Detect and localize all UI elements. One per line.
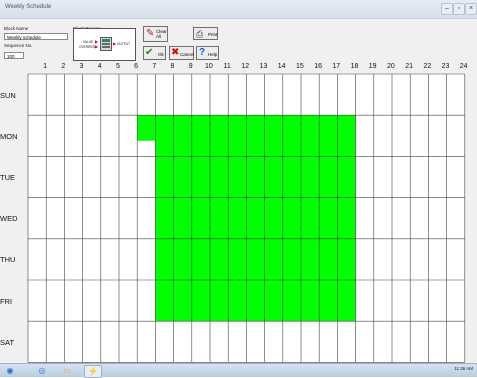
print-button[interactable]: ⎙ Print <box>193 27 218 40</box>
schedule-cell-active[interactable] <box>282 238 301 280</box>
checkmark-icon: ✔ <box>145 47 154 58</box>
schedule-cell-active[interactable] <box>210 197 229 239</box>
printer-icon: ⎙ <box>196 29 204 39</box>
schedule-cell-active[interactable] <box>337 280 356 322</box>
schedule-cell-active[interactable] <box>191 156 210 198</box>
schedule-cells[interactable] <box>0 62 477 363</box>
schedule-cell-active[interactable] <box>173 280 192 322</box>
schedule-cell-active[interactable] <box>137 115 156 141</box>
schedule-cell-active[interactable] <box>173 197 192 239</box>
schedule-cell-active[interactable] <box>282 115 301 157</box>
schedule-cell-active[interactable] <box>155 238 174 280</box>
schedule-cell-active[interactable] <box>191 238 210 280</box>
maximize-icon[interactable]: ▫ <box>453 3 465 15</box>
schedule-cell-active[interactable] <box>210 156 229 198</box>
minimize-icon[interactable]: – <box>441 3 453 15</box>
schedule-cell-active[interactable] <box>155 156 174 198</box>
schedule-cell-active[interactable] <box>319 280 338 322</box>
start-button-icon[interactable]: ◉ <box>3 365 17 376</box>
schedule-cell-active[interactable] <box>301 115 320 157</box>
help-icon: ? <box>199 47 206 58</box>
ok-button[interactable]: ✔ Ok <box>143 46 166 60</box>
schedule-cell-active[interactable] <box>173 115 192 157</box>
schedule-cell-active[interactable] <box>319 197 338 239</box>
schedule-cell-active[interactable] <box>173 238 192 280</box>
schedule-cell-active[interactable] <box>282 197 301 239</box>
schedule-cell-active[interactable] <box>228 115 247 157</box>
folder-icon[interactable]: ▭ <box>60 365 74 376</box>
preview-output-label: OUTPUT <box>117 42 131 46</box>
schedule-cell-active[interactable] <box>191 115 210 157</box>
clear-all-button[interactable]: ✎ Clear All <box>143 26 168 42</box>
schedule-cell-active[interactable] <box>228 197 247 239</box>
close-icon[interactable]: × <box>465 3 477 15</box>
arrow-icon: ▶ <box>113 41 117 46</box>
sequence-input[interactable]: 100 <box>4 52 24 59</box>
window-title: Weekly Schedule <box>5 4 52 10</box>
schedule-cell-active[interactable] <box>173 156 192 198</box>
schedule-cell-active[interactable] <box>282 156 301 198</box>
title-bar: Weekly Schedule – ▫ × <box>0 0 477 19</box>
help-button[interactable]: ? Help <box>196 46 219 60</box>
schedule-cell-active[interactable] <box>337 238 356 280</box>
schedule-cell-active[interactable] <box>210 238 229 280</box>
schedule-cell-active[interactable] <box>319 115 338 157</box>
schedule-cell-active[interactable] <box>301 238 320 280</box>
cross-icon: ✖ <box>171 47 180 58</box>
schedule-cell-active[interactable] <box>210 280 229 322</box>
block-name-input[interactable]: Weekly schedule <box>4 33 68 40</box>
app-window: Weekly Schedule – ▫ × Block Name Weekly … <box>0 0 477 363</box>
browser-icon[interactable]: ◎ <box>35 365 49 376</box>
schedule-cell-active[interactable] <box>319 238 338 280</box>
schedule-cell-active[interactable] <box>319 156 338 198</box>
schedule-cell-active[interactable] <box>301 197 320 239</box>
schedule-cell-active[interactable] <box>228 238 247 280</box>
app-taskbar-icon[interactable]: ⚡ <box>84 365 102 378</box>
schedule-cell-active[interactable] <box>264 197 283 239</box>
schedule-cell-active[interactable] <box>264 238 283 280</box>
schedule-cell-active[interactable] <box>246 280 265 322</box>
cancel-button[interactable]: ✖ Cancel <box>169 46 194 60</box>
block-preview: VALUE OVERRIDE ▶ ▶ ▶ OUTPUT <box>73 28 136 61</box>
clock: 11:36 AM <box>454 366 473 371</box>
schedule-cell-active[interactable] <box>301 156 320 198</box>
schedule-cell-active[interactable] <box>246 197 265 239</box>
schedule-cell-active[interactable] <box>191 280 210 322</box>
schedule-cell-active[interactable] <box>282 280 301 322</box>
schedule-cell-active[interactable] <box>246 115 265 157</box>
schedule-cell-active[interactable] <box>264 280 283 322</box>
block-name-label: Block Name <box>4 26 29 31</box>
arrow-icon: ▶ <box>95 44 99 49</box>
schedule-cell-active[interactable] <box>264 115 283 157</box>
schedule-grid[interactable]: 1 2 3 4 5 6 7 8 9 10 11 12 13 14 15 16 17 18 19 20 21 22 23 24 … <box>0 62 477 363</box>
schedule-cell-active[interactable] <box>337 156 356 198</box>
schedule-cell-active[interactable] <box>155 280 174 322</box>
schedule-cell-active[interactable] <box>155 115 174 157</box>
schedule-cell-active[interactable] <box>246 238 265 280</box>
schedule-cell-active[interactable] <box>301 280 320 322</box>
schedule-block-icon <box>100 37 112 51</box>
sequence-label: Sequence No. <box>4 43 33 48</box>
schedule-cell-active[interactable] <box>337 197 356 239</box>
preview-override-label: OVERRIDE <box>79 45 96 49</box>
eraser-icon: ✎ <box>146 28 155 39</box>
schedule-cell-active[interactable] <box>246 156 265 198</box>
schedule-cell-active[interactable] <box>155 197 174 239</box>
schedule-cell-active[interactable] <box>210 115 229 157</box>
preview-value-label: VALUE <box>83 40 94 44</box>
schedule-cell-active[interactable] <box>264 156 283 198</box>
schedule-cell-active[interactable] <box>228 156 247 198</box>
schedule-cell-active[interactable] <box>337 115 356 157</box>
taskbar: ◉ ◎ ▭ ⚡ 11:36 AM <box>0 363 477 378</box>
schedule-cell-active[interactable] <box>228 280 247 322</box>
schedule-cell-active[interactable] <box>191 197 210 239</box>
